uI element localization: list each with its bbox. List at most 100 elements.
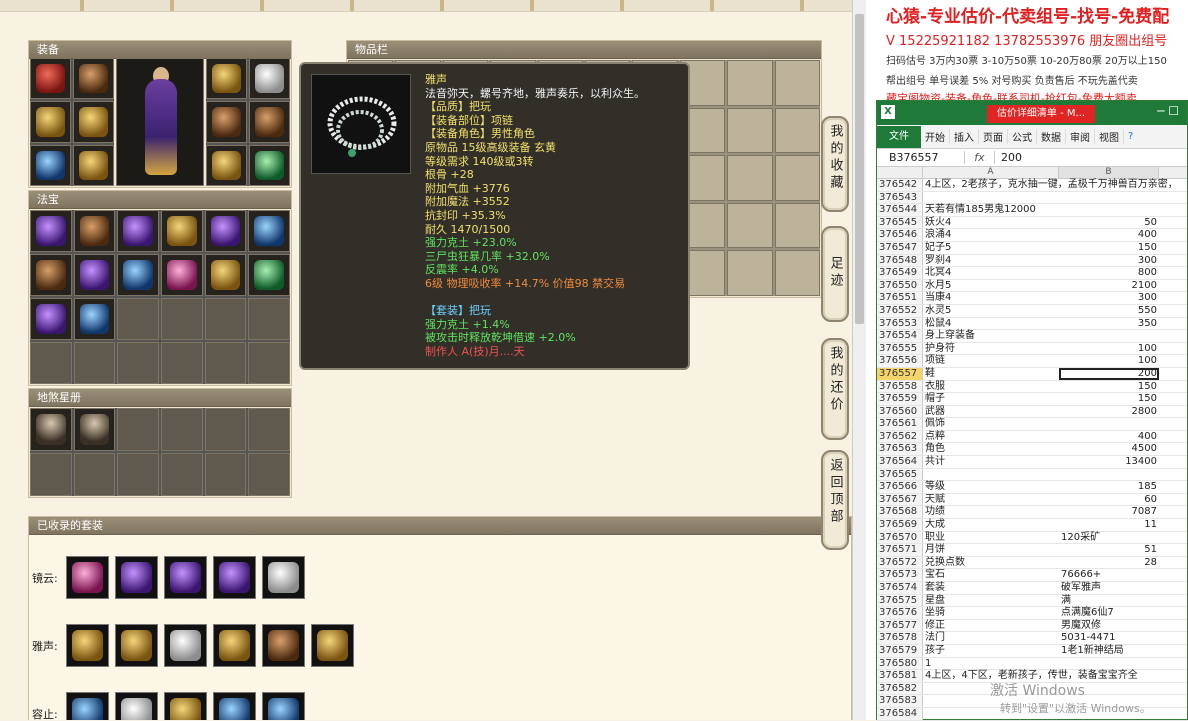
ribbon-tab-review[interactable]: 审阅 — [1066, 129, 1095, 144]
fabao-slot-empty[interactable] — [161, 298, 203, 340]
row-number[interactable]: 376561 — [877, 418, 923, 430]
suit-item[interactable] — [213, 624, 256, 667]
fx-icon[interactable]: fx — [965, 151, 995, 164]
cell-a[interactable]: 衣服 — [923, 381, 1059, 393]
suit-item[interactable] — [262, 556, 305, 599]
cell-a[interactable]: 罗刹4 — [923, 255, 1059, 267]
item-slot[interactable] — [774, 155, 820, 201]
row-number[interactable]: 376557 — [877, 367, 923, 380]
dishaxing-slot-empty[interactable] — [248, 408, 290, 451]
cell-a[interactable]: 星盘 — [923, 595, 1059, 607]
fabao-slot-empty[interactable] — [204, 298, 247, 340]
equip-slot-armor[interactable] — [30, 58, 71, 100]
equip-slot-bracelet[interactable] — [249, 101, 290, 143]
cell-b[interactable] — [1059, 330, 1159, 342]
fabao-slot[interactable] — [248, 254, 290, 296]
cell-b[interactable]: 550 — [1059, 305, 1159, 317]
row-number[interactable]: 376560 — [877, 405, 923, 418]
ribbon-tab-home[interactable]: 开始 — [921, 129, 950, 144]
row-number[interactable]: 376574 — [877, 582, 923, 594]
cell-a[interactable]: 宝石 — [923, 569, 1059, 581]
ribbon-tab-view[interactable]: 视图 — [1095, 129, 1124, 144]
footprint-button[interactable]: 足迹 — [821, 226, 849, 322]
row-number[interactable]: 376571 — [877, 544, 923, 556]
cell-b[interactable]: 400 — [1059, 431, 1159, 443]
cell-b[interactable]: 185 — [1059, 481, 1159, 493]
cell-a[interactable]: 功绩 — [923, 506, 1059, 518]
item-slot[interactable] — [727, 155, 773, 201]
cell-a[interactable]: 角色 — [923, 443, 1059, 455]
suit-item[interactable] — [311, 624, 354, 667]
fabao-slot-empty[interactable] — [73, 342, 116, 384]
row-number[interactable]: 376551 — [877, 292, 923, 304]
column-header-a[interactable]: A — [923, 167, 1059, 178]
cell-b[interactable]: 150 — [1059, 381, 1159, 393]
cell-b[interactable]: 51 — [1059, 544, 1159, 556]
row-number[interactable]: 376550 — [877, 279, 923, 292]
cell-b[interactable]: 破军雅声 — [1059, 582, 1159, 594]
row-number[interactable]: 376558 — [877, 380, 923, 393]
suit-item[interactable] — [213, 692, 256, 720]
cell-a[interactable]: 松鼠4 — [923, 318, 1059, 330]
cell-b[interactable]: 11 — [1059, 519, 1159, 531]
excel-file-tab[interactable]: 估价详细清单 - M... — [987, 105, 1095, 123]
cell-b[interactable]: 800 — [1059, 267, 1159, 279]
equip-slot-robe[interactable] — [73, 101, 114, 143]
cell-a[interactable]: 点粹 — [923, 431, 1059, 443]
fabao-slot[interactable] — [117, 254, 159, 296]
cell-b[interactable]: 150 — [1059, 242, 1159, 254]
cell-b[interactable]: 50 — [1059, 217, 1159, 229]
cell-b[interactable]: 男魔双修 — [1059, 620, 1159, 632]
cell-a[interactable]: 月饼 — [923, 544, 1059, 556]
cell-a[interactable]: 水灵5 — [923, 305, 1059, 317]
row-number[interactable]: 376573 — [877, 569, 923, 581]
row-number[interactable]: 376555 — [877, 342, 923, 355]
cell-b[interactable] — [1059, 179, 1159, 191]
fabao-slot-empty[interactable] — [248, 298, 290, 340]
fabao-slot[interactable] — [30, 254, 72, 296]
cell-a[interactable]: 佩饰 — [923, 418, 1059, 430]
row-number[interactable]: 376547 — [877, 241, 923, 254]
cell-a[interactable]: 4上区，2老孩子，克水抽一键，孟极千万神兽百万亲密， — [923, 179, 1178, 191]
cell-a[interactable]: 鞋 — [923, 368, 1059, 380]
cell-b[interactable]: 28 — [1059, 557, 1159, 569]
page-scrollbar[interactable] — [852, 0, 866, 720]
window-controls-icon[interactable]: ─ ☐ — [1157, 104, 1179, 118]
row-number[interactable]: 376562 — [877, 430, 923, 443]
cell-a[interactable]: 项链 — [923, 355, 1059, 367]
row-number[interactable]: 376583 — [877, 695, 923, 707]
equip-slot-pendant[interactable] — [206, 144, 247, 186]
dishaxing-slot-empty[interactable] — [204, 408, 247, 451]
cell-b[interactable]: 100 — [1059, 343, 1159, 355]
row-number[interactable]: 376577 — [877, 619, 923, 632]
equip-slot-necklace[interactable] — [30, 101, 71, 143]
row-number[interactable]: 376549 — [877, 267, 923, 279]
cell-a[interactable]: 妖火4 — [923, 217, 1059, 229]
cell-a[interactable]: 坐骑 — [923, 607, 1059, 619]
cell-b[interactable]: 300 — [1059, 292, 1159, 304]
cell-b[interactable]: 满 — [1059, 595, 1159, 607]
dishaxing-slot-empty[interactable] — [161, 408, 203, 451]
equip-slot-helmet[interactable] — [73, 58, 114, 100]
dishaxing-slot-empty[interactable] — [248, 453, 290, 496]
suit-item[interactable] — [115, 624, 158, 667]
row-number[interactable]: 376578 — [877, 632, 923, 644]
dishaxing-slot-empty[interactable] — [117, 453, 159, 496]
fabao-slot[interactable] — [161, 254, 203, 296]
row-number[interactable]: 376584 — [877, 707, 923, 720]
cell-b[interactable]: 150 — [1059, 393, 1159, 405]
fabao-slot[interactable] — [73, 298, 116, 340]
cell-a[interactable]: 天赋 — [923, 494, 1059, 506]
cell-b[interactable]: 60 — [1059, 494, 1159, 506]
row-number[interactable]: 376553 — [877, 317, 923, 330]
corner-cell[interactable] — [877, 167, 923, 178]
scrollbar-thumb[interactable] — [855, 14, 864, 324]
cell-a[interactable]: 等级 — [923, 481, 1059, 493]
row-number[interactable]: 376579 — [877, 644, 923, 657]
ribbon-tab-insert[interactable]: 插入 — [950, 129, 979, 144]
item-slot[interactable] — [774, 60, 820, 106]
fabao-slot-empty[interactable] — [117, 298, 159, 340]
row-number[interactable]: 376566 — [877, 481, 923, 493]
formula-input[interactable]: 200 — [995, 151, 1022, 164]
suit-item[interactable] — [262, 692, 305, 720]
